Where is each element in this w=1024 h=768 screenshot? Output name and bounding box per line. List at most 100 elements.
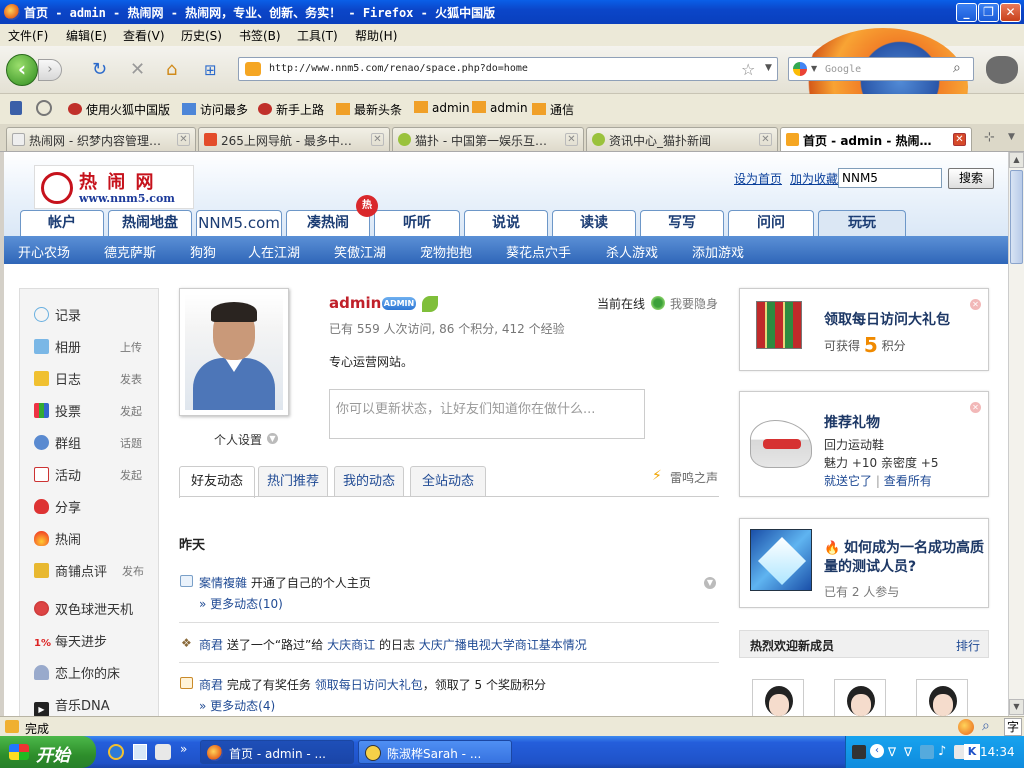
sidebar-blog-post[interactable]: 发表 [120,371,142,387]
game-dogs[interactable]: 狗狗 [190,242,216,261]
sidebar-events-start[interactable]: 发起 [120,467,142,483]
scroll-down-icon[interactable]: ▼ [1009,699,1024,715]
new-member-avatar[interactable] [916,679,968,716]
scroll-up-icon[interactable]: ▲ [1009,152,1024,168]
zoom-icon[interactable]: ⌕ [982,718,990,734]
tab-close-icon[interactable]: ✕ [953,133,966,146]
history-clock-icon[interactable] [36,100,52,116]
stop-icon[interactable]: ✕ [130,60,145,80]
sidebar-item-blog[interactable]: 日志 [34,369,81,388]
google-icon[interactable] [793,62,807,76]
more-feed-link[interactable]: » 更多动态(4) [199,697,275,714]
sidebar-shop-publish[interactable]: 发布 [122,563,144,579]
nav-tab-account[interactable]: 帐户 [20,210,104,236]
bookmark-admin-2[interactable]: admin [472,101,528,115]
sidebar-item-share[interactable]: 分享 [34,497,81,516]
star-icon[interactable]: ☆ [741,60,755,79]
tab-list-icon[interactable]: ⊹ [984,130,995,145]
scroll-thumb[interactable] [1010,170,1023,264]
tray-app-icon[interactable]: ∇ [904,745,912,759]
sidebar-item-poll[interactable]: 投票 [34,401,81,420]
feed-user-link[interactable]: 案情複雜 [199,576,247,590]
bookmark-messages[interactable]: 通信 [532,101,574,118]
sidebar-item-events[interactable]: 活动 [34,465,81,484]
menu-file[interactable]: 文件(F) [8,27,48,44]
tab-mop[interactable]: 猫扑 - 中国第一娱乐互… ✕ [392,127,584,151]
add-game-link[interactable]: 添加游戏 [692,242,744,261]
sidebar-item-album[interactable]: 相册 [34,337,81,356]
taskbar-qq-window[interactable]: 陈淑桦Sarah - ... [358,740,512,764]
profile-username[interactable]: admin [329,294,381,312]
firefox-addon-icon[interactable] [958,719,974,735]
add-favorite-link[interactable]: 加为收藏 [790,170,838,187]
tab-265-nav[interactable]: 265上网导航 - 最多中… ✕ [198,127,390,151]
input-method-icon[interactable]: 字 [1004,718,1022,736]
menu-history[interactable]: 历史(S) [181,27,222,44]
home-icon[interactable]: ⌂ [166,60,177,80]
feed-blog-link[interactable]: 大庆广播电视大学商讧基本情况 [419,638,587,652]
close-icon[interactable]: ✕ [970,299,981,310]
nav-tab-listen[interactable]: 听听 [374,210,460,236]
forward-button[interactable]: › [38,59,62,81]
keyboard-icon[interactable] [852,745,866,759]
menu-tools[interactable]: 工具(T) [297,27,338,44]
game-texas[interactable]: 德克萨斯 [104,242,156,261]
close-button[interactable]: ✕ [1000,3,1021,22]
game-pet-hug[interactable]: 宠物抱抱 [420,242,472,261]
ie-icon[interactable] [108,744,124,760]
feed-tab-mine[interactable]: 我的动态 [334,466,404,496]
tab-mop-news[interactable]: 资讯中心_猫扑新闻 ✕ [586,127,778,151]
desktop-icon[interactable] [133,744,147,760]
vertical-scrollbar[interactable]: ▲ ▼ [1008,152,1024,716]
media-icon[interactable] [155,744,171,760]
nav-tab-ask[interactable]: 问问 [728,210,814,236]
personal-settings-link[interactable]: 个人设置 [214,431,262,448]
search-icon[interactable]: ⌕ [953,60,961,76]
tray-app-icon[interactable]: ∇ [888,745,896,759]
chevron-down-icon[interactable]: ▼ [267,433,278,444]
tab-close-icon[interactable]: ✕ [759,133,772,146]
tab-renao-cms[interactable]: 热闹网 - 织梦内容管理… ✕ [6,127,196,151]
dropdown-arrow-icon[interactable]: ▼ [765,63,772,73]
tab-home-active[interactable]: 首页 - admin - 热闹… ✕ [780,127,972,151]
game-happy-farm[interactable]: 开心农场 [18,242,70,261]
nav-tab-talk[interactable]: 说说 [464,210,548,236]
sidebar-item-record[interactable]: 记录 [34,305,81,324]
nav-tab-write[interactable]: 写写 [640,210,724,236]
bookmark-firefox-china[interactable]: 使用火狐中国版 [68,101,170,118]
new-member-avatar[interactable] [752,679,804,716]
search-bar[interactable]: ▼ Google ⌕ [788,57,974,81]
close-icon[interactable]: ✕ [970,402,981,413]
sidebar-item-groups[interactable]: 群组 [34,433,81,452]
sidebar-item-progress[interactable]: 1% 每天进步 [34,631,107,650]
go-invisible-link[interactable]: 我要隐身 [670,295,718,312]
volume-icon[interactable]: ♪ [938,744,946,759]
sidebar-item-music-dna[interactable]: ▶ 音乐DNA [34,695,110,716]
feed-tab-popular[interactable]: 热门推荐 [258,466,328,496]
set-homepage-link[interactable]: 设为首页 [734,170,782,187]
network-icon[interactable] [920,745,934,759]
new-member-avatar[interactable] [834,679,886,716]
address-bar[interactable]: http://www.nnm5.com/renao/space.php?do=h… [238,57,778,81]
menu-edit[interactable]: 编辑(E) [66,27,107,44]
bookmark-admin-1[interactable]: admin [414,101,470,115]
bookmark-most-visited[interactable]: 访问最多 [182,101,248,118]
engine-dropdown-icon[interactable]: ▼ [811,64,817,73]
nav-tab-play[interactable]: 玩玩 [818,210,906,236]
sidebar-item-bed[interactable]: 恋上你的床 [34,663,120,682]
site-search-input[interactable]: NNM5 [838,168,942,188]
sidebar-item-shop-review[interactable]: 商铺点评 [34,561,107,580]
feed-user-link[interactable]: 商君 [199,638,223,652]
back-button[interactable]: ‹ [6,54,38,86]
sidebar-poll-start[interactable]: 发起 [120,403,142,419]
nav-tab-nnm5[interactable]: NNM5.com [196,210,282,236]
windows-icon[interactable]: ⊞ [204,60,217,80]
quicklaunch-expand-icon[interactable]: » [180,742,187,756]
nav-tab-territory[interactable]: 热闹地盘 [108,210,192,236]
maximize-button[interactable]: ❐ [978,3,999,22]
avatar[interactable] [179,288,289,416]
menu-bookmarks[interactable]: 书签(B) [239,27,281,44]
bookmark-sidebar-icon[interactable] [10,101,22,115]
feed-tab-friends[interactable]: 好友动态 [179,466,255,498]
tab-close-icon[interactable]: ✕ [565,133,578,146]
